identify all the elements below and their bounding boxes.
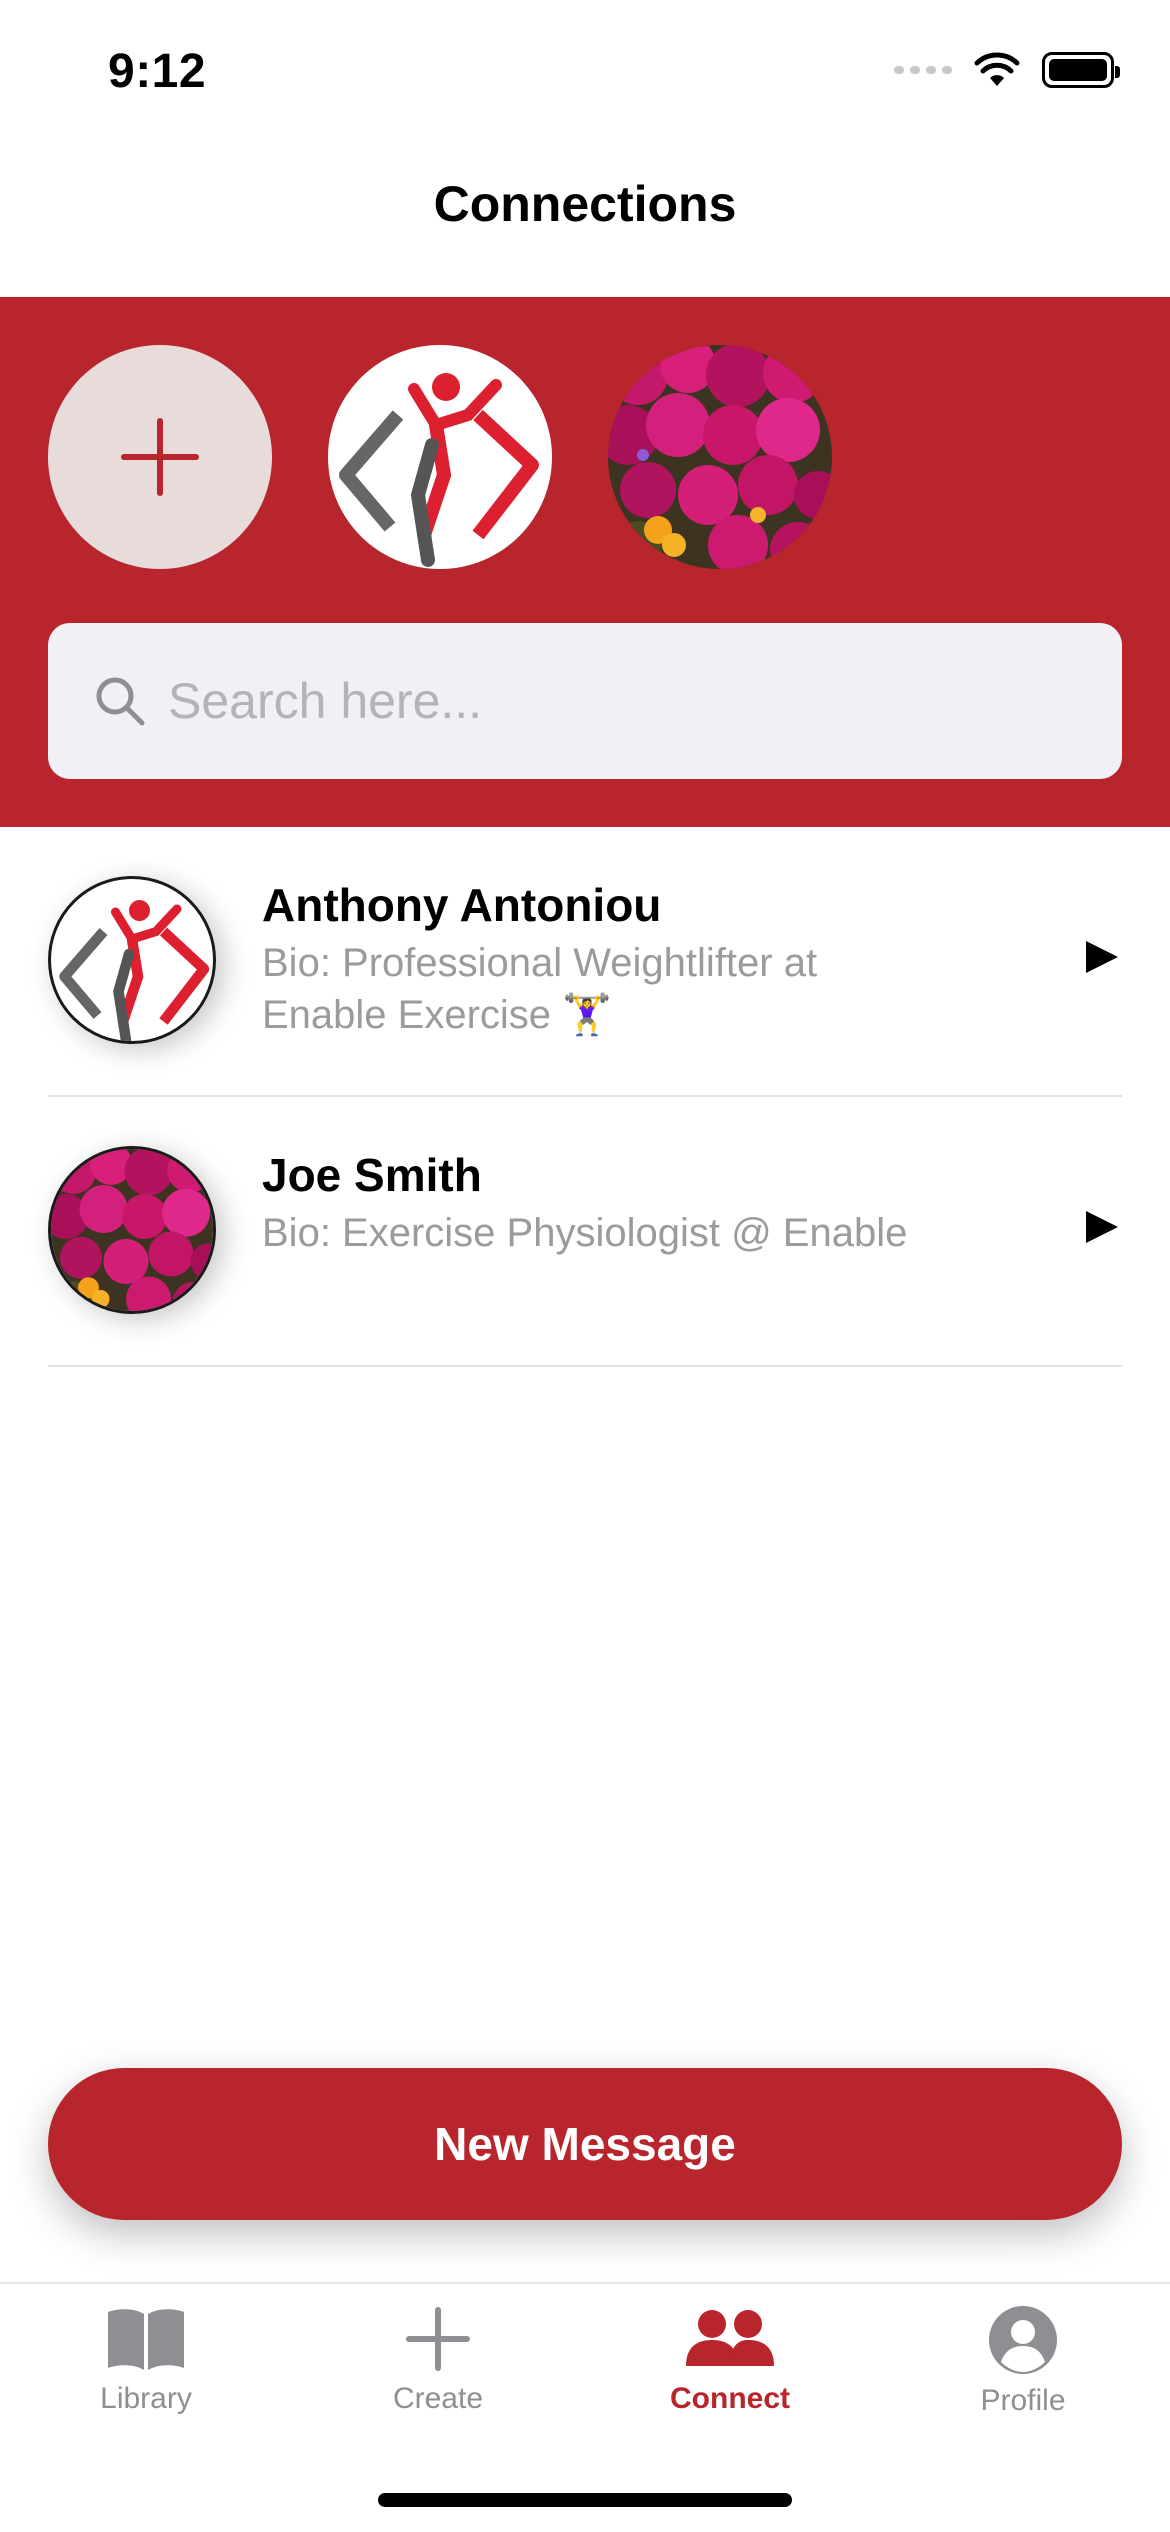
people-icon bbox=[686, 2310, 774, 2366]
connection-name: Anthony Antoniou bbox=[262, 879, 662, 931]
enable-logo-icon bbox=[59, 900, 210, 1041]
list-item[interactable]: Joe Smith Bio: Exercise Physiologist @ E… bbox=[48, 1097, 1122, 1367]
tab-label: Connect bbox=[670, 2382, 790, 2415]
connection-text: Anthony Antoniou Bio: Professional Weigh… bbox=[262, 877, 942, 1041]
plus-icon bbox=[406, 2307, 470, 2371]
avatar-enable-logo[interactable] bbox=[328, 345, 552, 569]
connection-avatar-row bbox=[48, 345, 832, 569]
new-message-button[interactable]: New Message bbox=[48, 2068, 1122, 2220]
search-input[interactable] bbox=[168, 672, 1068, 730]
plus-icon bbox=[121, 418, 199, 496]
home-indicator[interactable] bbox=[378, 2493, 792, 2507]
wifi-icon bbox=[974, 52, 1020, 86]
page-title: Connections bbox=[433, 176, 737, 232]
connection-bio-line1: Bio: Professional Weightlifter at bbox=[262, 941, 818, 985]
status-bar: 9:12 bbox=[0, 0, 1170, 140]
play-arrow-icon bbox=[1086, 1211, 1118, 1243]
connection-bio-line2: Enable Exercise 🏋️‍♀️ bbox=[262, 993, 612, 1037]
enable-logo-icon bbox=[339, 373, 539, 567]
tab-profile[interactable]: Profile bbox=[923, 2304, 1123, 2418]
connections-header bbox=[0, 297, 1170, 827]
tab-label: Profile bbox=[980, 2384, 1066, 2417]
avatar bbox=[48, 876, 216, 1044]
tab-create[interactable]: Create bbox=[338, 2304, 538, 2416]
avatar bbox=[48, 1146, 216, 1314]
tab-label: Create bbox=[392, 2382, 484, 2415]
list-item[interactable]: Anthony Antoniou Bio: Professional Weigh… bbox=[48, 827, 1122, 1097]
avatar-flowers[interactable] bbox=[608, 345, 832, 569]
tab-library[interactable]: Library bbox=[46, 2304, 246, 2416]
connection-bio-line1: Bio: Exercise Physiologist @ Enable bbox=[262, 1211, 908, 1255]
search-icon bbox=[96, 677, 145, 726]
flowers-photo-icon bbox=[608, 345, 832, 569]
battery-icon bbox=[1042, 52, 1120, 88]
book-icon bbox=[108, 2309, 184, 2370]
person-circle-icon bbox=[989, 2306, 1057, 2374]
tab-label: Library bbox=[100, 2382, 192, 2415]
connection-text: Joe Smith Bio: Exercise Physiologist @ E… bbox=[262, 1147, 942, 1259]
connection-name: Joe Smith bbox=[262, 1149, 482, 1201]
connection-list: Anthony Antoniou Bio: Professional Weigh… bbox=[0, 827, 1170, 1367]
status-time: 9:12 bbox=[108, 45, 207, 98]
cellular-signal-icon bbox=[894, 66, 952, 74]
add-connection-button[interactable] bbox=[48, 345, 272, 569]
flowers-photo-icon bbox=[51, 1149, 213, 1311]
tab-connect[interactable]: Connect bbox=[630, 2304, 830, 2416]
search-bar[interactable] bbox=[48, 623, 1122, 779]
play-arrow-icon bbox=[1086, 941, 1118, 973]
status-icons bbox=[894, 52, 1120, 88]
